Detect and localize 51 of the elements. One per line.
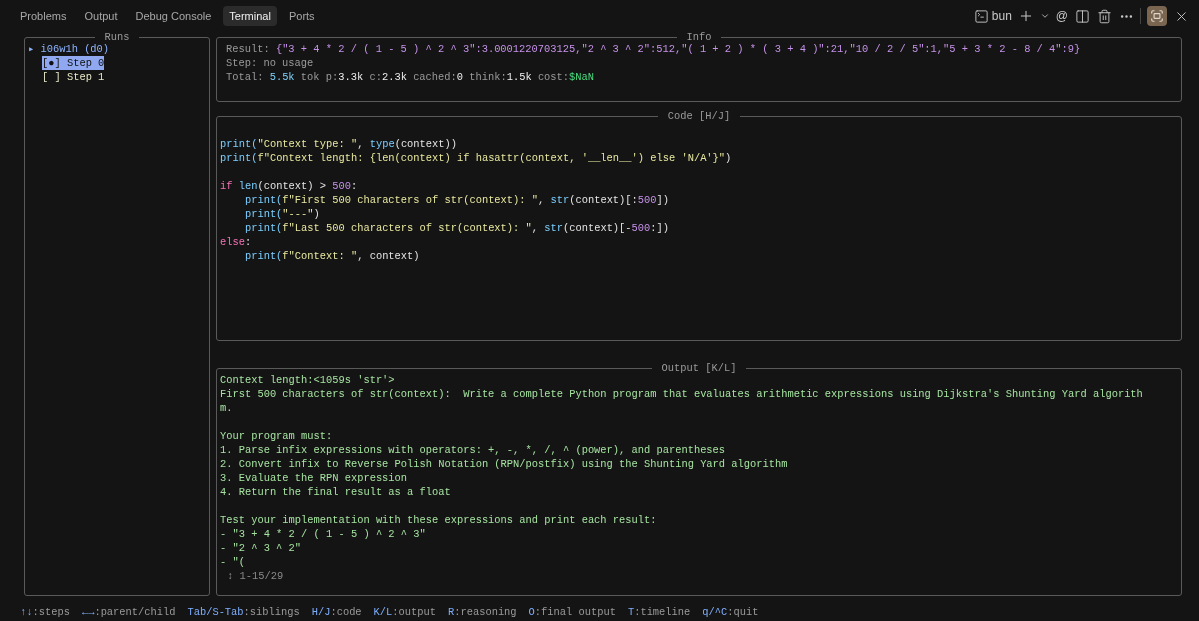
shortcut-hint: O:final output <box>528 606 616 618</box>
output-line: Context length:<1059s 'str'> <box>220 373 396 387</box>
terminal-profile-button[interactable]: bun <box>973 8 1012 24</box>
info-line: Result: {"3 + 4 * 2 / ( 1 - 5 ) ^ 2 ^ 3":3.0001220703125,"2 ^ 3 ^ 2":512,"( 1 + 2 ) * ( 3 + 4 )":21,"10 / 2 / 5":1,"5 + 3 * 2 - 8 / 4":9} <box>226 42 1082 56</box>
terminal-icon <box>973 8 989 24</box>
output-line: Test your implementation with these expressions and print each result: <box>220 513 658 527</box>
panel-tab[interactable]: Output <box>78 6 124 26</box>
code-line: else: <box>220 235 253 249</box>
code-line: print(f"Context length: {len(context) if hasattr(context, '__len__') else 'N/A'}") <box>220 151 733 165</box>
code-line: print(f"Last 500 characters of str(context): ", str(context)[-500:]) <box>243 221 670 235</box>
output-line: - "2 ^ 3 ^ 2" <box>220 541 303 555</box>
step-item[interactable]: [●] Step 0 <box>42 56 105 70</box>
shortcut-hint: Tab/S-Tab:siblings <box>187 606 300 618</box>
panel-title: Code [H/J] <box>666 111 732 121</box>
code-line: if len(context) > 500: <box>220 179 359 193</box>
code-line: print(f"First 500 characters of str(context): ", str(context)[:500]) <box>243 193 670 207</box>
shortcut-hint: R:reasoning <box>448 606 517 618</box>
panel-title: Output [K/L] <box>660 363 738 373</box>
output-line: - "( <box>220 555 246 569</box>
output-line: - "3 + 4 * 2 / ( 1 - 5 ) ^ 2 ^ 3" <box>220 527 427 541</box>
shortcut-hint: K/L:output <box>373 606 436 618</box>
panel-title: Runs <box>103 32 131 42</box>
split-icon[interactable] <box>1074 8 1090 24</box>
trash-icon[interactable] <box>1096 8 1112 24</box>
panel-tab[interactable]: Ports <box>282 6 321 26</box>
panel-tab[interactable]: Problems <box>14 6 73 26</box>
maximize-button[interactable] <box>1147 6 1167 26</box>
info-line: Step: no usage <box>226 56 315 70</box>
run-item[interactable]: ▸ i06w1h (d0) <box>28 42 110 56</box>
code-line: print("---") <box>243 207 321 221</box>
output-line: 2. Convert infix to Reverse Polish Notation (RPN/postfix) using the Shunting Yard algorithm <box>220 457 789 471</box>
step-item[interactable]: [ ] Step 1 <box>42 70 105 84</box>
mention-button[interactable]: @ <box>1055 9 1068 23</box>
output-line: 3. Evaluate the RPN expression <box>220 471 409 485</box>
shortcut-hint: ↑↓:steps <box>20 606 70 618</box>
shortcut-hint: T:timeline <box>627 606 691 618</box>
code-line: print("Context type: ", type(context)) <box>220 137 458 151</box>
output-line: m. <box>220 401 234 415</box>
output-line: 1. Parse infix expressions with operators: +, -, *, /, ^ (power), and parentheses <box>220 443 727 457</box>
shortcut-hint: ←→:parent/child <box>81 606 176 618</box>
code-line: print(f"Context: ", context) <box>243 249 421 263</box>
shortcut-hint: q/^C:quit <box>702 606 759 618</box>
output-line: Your program must: <box>220 429 334 443</box>
info-line: Total: 5.5k tok p:3.3k c:2.3k cached:0 think:1.5k cost:$NaN <box>226 70 595 84</box>
panel-title: Info <box>685 32 713 42</box>
scroll-position: ↕ 1-15/29 <box>226 569 285 583</box>
panel-tab[interactable]: Terminal <box>223 6 277 26</box>
shortcut-hint: H/J:code <box>311 606 362 618</box>
output-line: 4. Return the final result as a float <box>220 485 452 499</box>
output-line: First 500 characters of str(context): Write a complete Python program that evaluates arithmetic expressions using Dijkstra's Shunting Yard algorith <box>220 387 1144 401</box>
panel-tab[interactable]: Debug Console <box>129 6 218 26</box>
